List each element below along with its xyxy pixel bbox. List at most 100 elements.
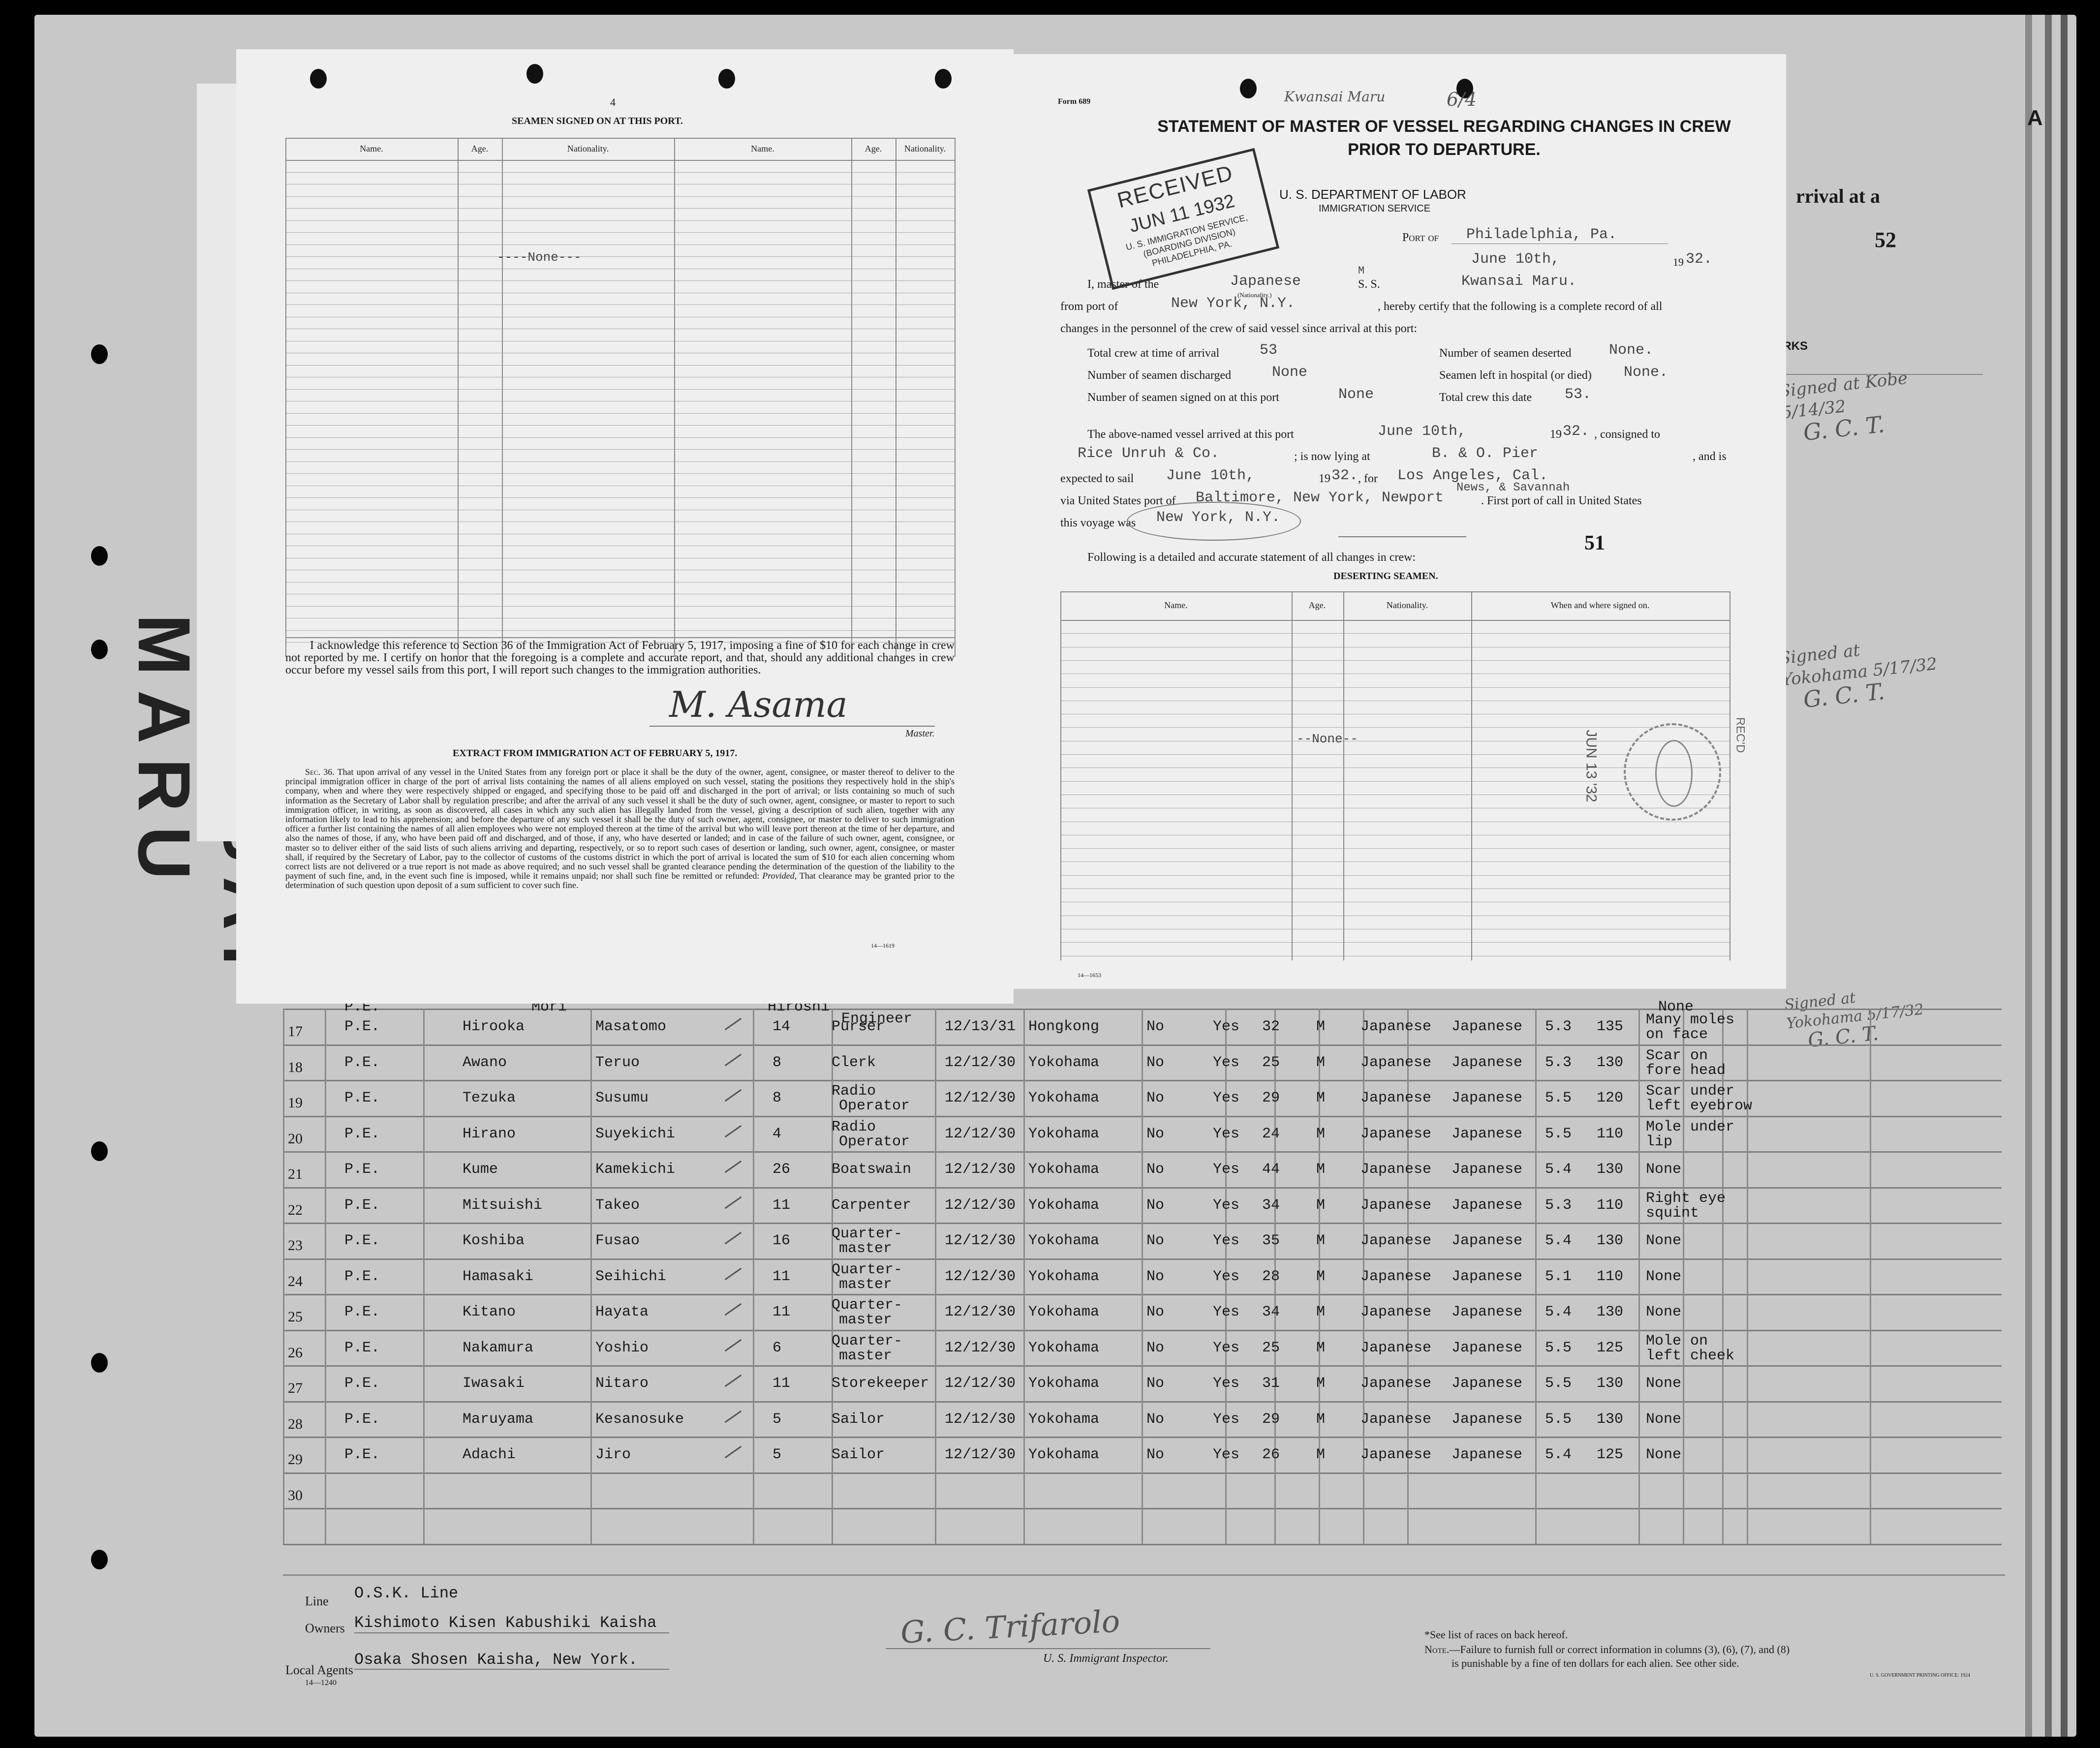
table-rule [285,172,955,173]
top-handwritten-note: Kwansai Maru [1284,89,1386,105]
row-height: 5.3 [1545,1054,1572,1071]
row-date: 12/12/30 [945,1268,1016,1285]
row-height: 5.3 [1545,1018,1572,1035]
left-form-rule [285,637,955,638]
row-surname: Hirano [463,1125,516,1142]
row-check-2: Yes [1213,1090,1240,1106]
sheet-edge [2025,15,2032,1737]
row-surname: Mitsuishi [463,1196,543,1214]
row-surname: Adachi [463,1446,516,1463]
row-given-name: Kamekichi [595,1161,676,1178]
row-nationality: Japanese [1360,1125,1432,1142]
certify-text2: changes in the personnel of the crew of … [1060,322,1418,335]
table-rule [285,365,955,366]
extract-body: That upon arrival of any vessel in the U… [285,767,955,881]
row-position-line2: master [839,1276,893,1293]
row-marks: None [1646,1268,1682,1285]
sheet-list-number: 52 [1875,228,1896,252]
row-position-line2: master [839,1347,893,1364]
row-weight: 130 [1597,1232,1624,1249]
row-surname: Tezuka [463,1090,516,1106]
row-marks-line2: squint [1646,1204,1699,1222]
row-code: P.E. [344,1339,380,1356]
row-weight: 130 [1597,1375,1624,1392]
row-weight: 130 [1597,1304,1624,1320]
row-marks: Scar under [1646,1083,1735,1100]
row-date: 12/12/30 [945,1446,1016,1463]
ss-label: S. S. [1358,278,1380,291]
row-surname: Nakamura [463,1339,534,1356]
voyage-label: this voyage was [1060,517,1136,529]
row-marks: Right eye [1646,1190,1726,1207]
row-years: 8 [772,1090,782,1106]
top-handwritten-number: 6/4 [1447,89,1477,110]
consignee-value: Rice Unruh & Co. [1078,445,1220,462]
row-given-name: Yoshio [595,1339,649,1356]
row-race: Japanese [1451,1268,1523,1285]
row-age: 32 [1262,1018,1280,1035]
row-given-name: Kesanosuke [595,1411,684,1428]
row-age: 34 [1262,1304,1280,1320]
row-race: Japanese [1451,1125,1523,1142]
row-marks: None [1646,1375,1682,1392]
table-column-rule [325,1009,326,1544]
year-value: 32. [1686,251,1713,268]
row-sex: M [1316,1268,1326,1285]
row-date: 12/12/30 [945,1196,1016,1214]
row-race: Japanese [1451,1446,1523,1463]
row-nationality: Japanese [1360,1268,1432,1285]
row-code: P.E. [344,1268,380,1285]
row-sex: M [1316,1054,1326,1071]
row-check-2: Yes [1213,1411,1240,1428]
row-given-name: Nitaro [595,1375,649,1392]
row-race: Japanese [1451,1054,1523,1071]
form-hole [718,69,735,89]
extract-lead: Sec. 36. [305,767,335,777]
row-position: Radio [832,1083,876,1100]
ship-name: Kwansai Maru. [1461,273,1577,290]
row-given-name: Hayata [595,1304,649,1320]
discharged-label: Number of seamen discharged [1087,369,1232,382]
table-rule [285,389,955,390]
table-column-rule [674,138,675,657]
table-column-rule [1343,591,1344,960]
column-header: Name. [360,144,383,153]
table-column-rule [955,138,956,657]
form-hole [935,69,952,89]
right-form-page-number: 51 [1584,532,1605,554]
department-name: U. S. DEPARTMENT OF LABOR [1279,187,1466,202]
master-caption: Master. [905,728,935,739]
row-given-name: Teruo [595,1054,640,1071]
total-crew-date-label: Total crew this date [1439,391,1532,404]
row-years: 5 [772,1411,782,1428]
table-rule [285,473,955,474]
column-header: When and where signed on. [1550,600,1650,610]
from-port-value: New York, N.Y. [1171,295,1296,312]
date-value: June 10th, [1471,251,1560,268]
footer-agents-label: Local Agents [285,1663,353,1677]
row-check-2: Yes [1213,1018,1240,1035]
and-is-text: , and is [1693,450,1727,463]
row-sex: M [1316,1090,1326,1106]
row-check-1: No [1146,1196,1165,1214]
table-rule [285,521,955,522]
row-weight: 125 [1597,1446,1624,1463]
row-position: Quarter- [832,1297,903,1314]
row-check-1: No [1146,1446,1165,1463]
row-number: 20 [288,1130,303,1147]
row-years: 4 [772,1125,782,1142]
row-sex: M [1316,1339,1326,1356]
lying-label: ; is now lying at [1294,450,1370,463]
row-number: 30 [288,1487,303,1503]
table-column-rule [283,1009,284,1544]
row-place: Yokohama [1028,1161,1100,1178]
row-nationality: Japanese [1360,1054,1432,1071]
table-rule [285,606,955,607]
none-entry: ----None--- [497,250,582,265]
table-rule [285,160,955,161]
footer-owners-label: Owners [305,1621,345,1635]
row-sex: M [1316,1446,1326,1463]
row-date: 12/12/30 [945,1125,1016,1142]
footer-rule [283,1574,2005,1576]
row-marks: None [1646,1161,1682,1178]
